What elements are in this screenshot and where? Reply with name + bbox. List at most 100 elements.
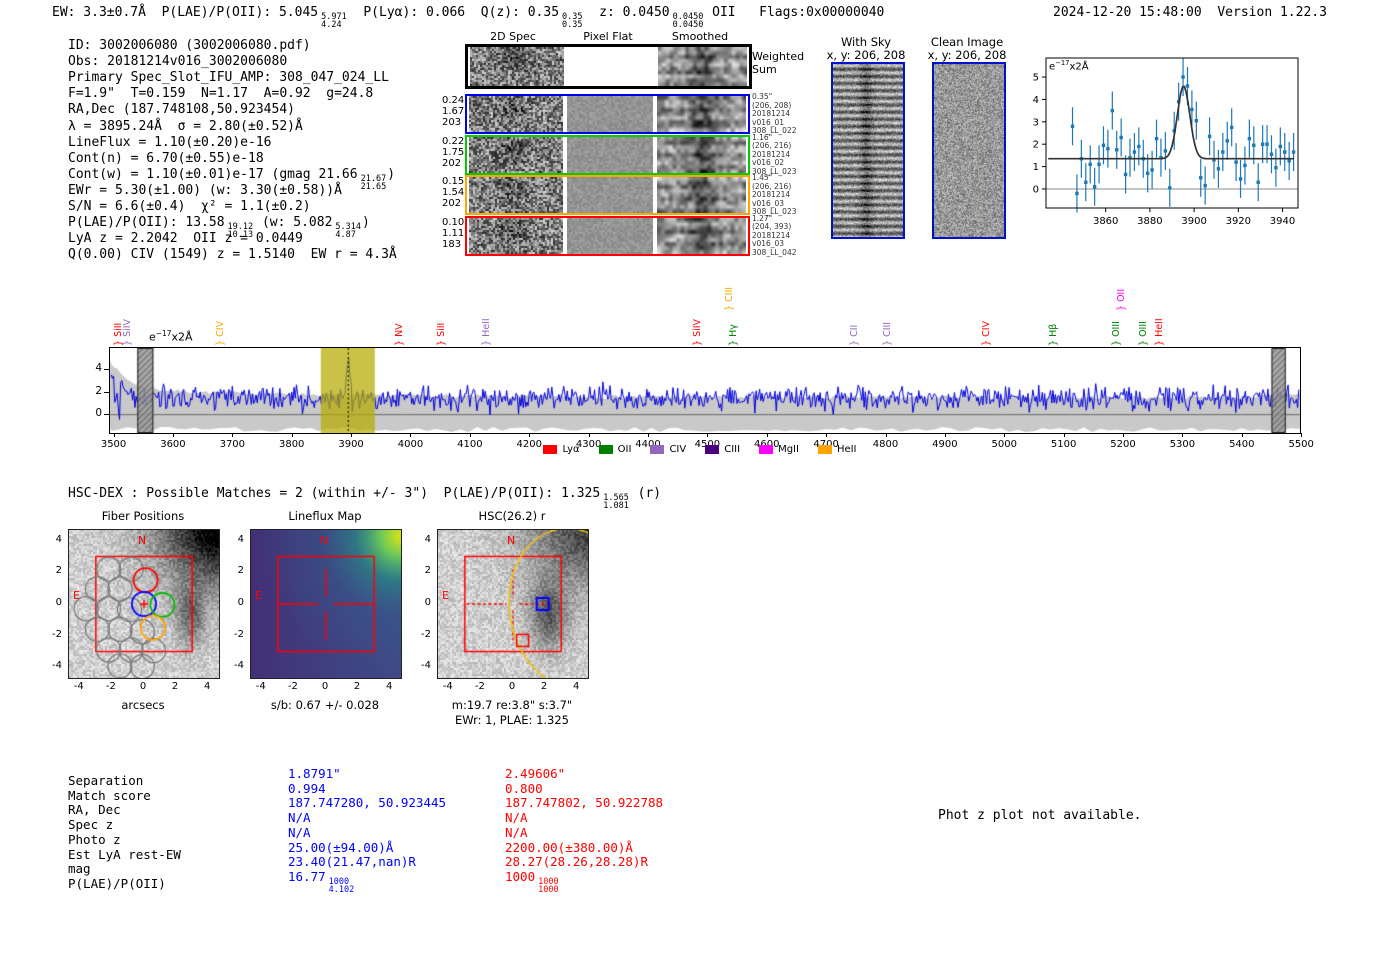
spec2d-left-labels: 0.24 1.67 203: [442, 95, 465, 128]
svg-text:0: 0: [1033, 184, 1039, 195]
spectrum-xtick-label: 5500: [1288, 439, 1314, 450]
smoothed-image: [657, 96, 746, 132]
fit-plot-unit-label: e−17x2Å: [1049, 59, 1089, 73]
spectral-line-label: } HeII: [480, 318, 492, 346]
compass-north-label: N: [320, 534, 329, 547]
compass-east-label: E: [255, 589, 262, 602]
match-table-value-col1: 187.747280, 50.923445: [288, 795, 447, 811]
clean-image: [932, 62, 1006, 239]
spec2d-image: [469, 217, 563, 254]
smoothed-image: [658, 47, 747, 86]
spec2d-right-labels: 0.35" (206, 208) 20181214 v016_01 308_LL_022: [752, 92, 797, 136]
spectrum-xtick-label: 5300: [1169, 439, 1196, 450]
spec2d-right-labels: 1.16" (206, 216) 20181214 v016_02 308_LL_023: [752, 132, 797, 176]
pixel-flat-image: [567, 136, 653, 173]
info-line: S/N = 6.6(±0.4) χ² = 1.1(±0.2): [68, 199, 311, 214]
panel-caption: m:19.7 re:3.8" s:3.7": [451, 698, 573, 712]
panel-xtick-label: -4: [442, 681, 453, 692]
spec2d-left-labels: 0.22 1.75 202: [442, 135, 465, 169]
match-table-value-col1: 25.00(±94.00)Å: [288, 839, 394, 855]
fit-plot-svg: 3860 3880 3900 3920 3940 0 1 2 3 4 5: [1033, 57, 1299, 227]
panel-xtick-label: 4: [386, 681, 393, 692]
info-line: F=1.9" T=0.159 N=1.17 A=0.92 g=24.8: [68, 86, 374, 102]
match-table-row-label: Separation: [68, 773, 144, 788]
panel-xtick-label: 2: [353, 681, 361, 692]
svg-text:3: 3: [1033, 117, 1039, 128]
spectrum-xtick: [1004, 433, 1006, 437]
spectrum-xtick: [113, 433, 115, 437]
spectrum-ytick-label: 4: [95, 362, 102, 375]
hsc-image-canvas: [437, 529, 589, 679]
spectrum-xtick-label: 5000: [991, 439, 1017, 450]
match-table-value-col1: 0.994: [288, 780, 326, 796]
spectrum-xtick: [410, 433, 412, 437]
spectral-line-label: } Hβ: [1047, 323, 1059, 346]
match-table-value-col2: N/A: [505, 810, 528, 826]
smoothed-image: [657, 136, 746, 173]
spectrum-xtick-label: 3600: [160, 439, 186, 450]
photz-notice: Phot z plot not available.: [938, 808, 1142, 823]
legend-swatch: [543, 445, 558, 454]
panel-caption-2: EWr: 1, PLAE: 1.325: [455, 713, 569, 727]
spectrum-xtick: [351, 433, 353, 437]
panel-xtick-label: 0: [321, 681, 329, 692]
spectrum-ytick-label: 0: [95, 407, 102, 420]
legend-item: Lyα: [543, 444, 580, 455]
spectral-line-label: } SiIV: [691, 318, 703, 346]
compass-east-label: E: [442, 589, 449, 602]
info-line: λ = 3895.24Å σ = 2.80(±0.52)Å: [68, 118, 303, 134]
match-table-value-col1: 16.77 1000 4.102: [288, 868, 355, 895]
spectrum-xtick-label: 5200: [1110, 439, 1136, 450]
spectrum-xtick: [291, 433, 293, 437]
spectrum-xtick-label: 5100: [1050, 439, 1077, 450]
spectrum-xtick: [1063, 433, 1065, 437]
spectrum-xtick: [766, 433, 768, 437]
svg-text:1: 1: [1033, 162, 1039, 173]
match-table-value-col2: 2200.00(±380.00)Å: [505, 839, 633, 855]
panel-xtick-label: 0: [508, 681, 516, 692]
match-table-row-label: P(LAE)/P(OII): [68, 875, 166, 891]
svg-text:3900: 3900: [1181, 216, 1206, 227]
panel-ytick-label: 2: [55, 565, 62, 577]
info-line: Obs: 20181214v016_3002006080: [68, 54, 288, 70]
spec2d-image: [469, 136, 563, 173]
spec2d-image: [469, 177, 563, 213]
match-table-value-col2: 187.747802, 50.922788: [505, 795, 664, 811]
info-line: Cont(n) = 6.70(±0.55)e-18: [68, 150, 264, 166]
info-line: LyA z = 2.2042 OII z = 0.0449: [68, 231, 303, 247]
panel-ytick-label: 2: [237, 565, 244, 577]
spectrum-xtick-label: 3900: [338, 439, 364, 450]
panel-ytick-label: 2: [424, 565, 431, 577]
legend-label: MgII: [778, 444, 799, 455]
panel-xtick-label: 2: [171, 681, 179, 692]
spectrum-xtick: [1301, 433, 1303, 437]
smoothed-image: [657, 177, 746, 213]
legend-item: OII: [598, 444, 631, 455]
legend-swatch: [705, 445, 720, 454]
panel-ytick-label: 0: [237, 597, 244, 608]
spec2d-col-header: Smoothed: [671, 30, 729, 43]
spec2d-image: [470, 47, 564, 86]
panel-ytick-label: -2: [234, 628, 244, 640]
weighted-sum-row: [465, 44, 752, 89]
panel-ytick-label: 4: [237, 533, 244, 545]
match-table-value-col1: 23.40(21.47,nan)R: [288, 854, 416, 870]
spectral-line-label: } SiII: [435, 322, 447, 346]
panel-ytick-label: -4: [421, 660, 431, 672]
match-table-value-col2: 28.27(28.26,28.28)R: [505, 854, 648, 870]
spectral-line-label: } CII: [848, 324, 860, 346]
spec2d-exposure-row: [465, 94, 750, 134]
svg-text:5: 5: [1033, 73, 1039, 84]
legend-item: CIII: [705, 444, 740, 455]
match-table-row-label: mag: [68, 861, 91, 877]
spectrum-xtick: [647, 433, 649, 437]
info-line: ID: 3002006080 (3002006080.pdf): [68, 38, 311, 53]
panel-ytick-label: 4: [424, 533, 431, 545]
info-line: Primary Spec_Slot_IFU_AMP: 308_047_024_L…: [68, 70, 389, 86]
panel-ytick-label: -4: [52, 660, 62, 672]
spectrum-xtick-label: 5400: [1229, 439, 1255, 450]
panel-xtick-label: -2: [474, 681, 485, 692]
spectrum-xtick: [885, 433, 887, 437]
spectral-line-label: } CIII: [881, 321, 893, 346]
match-table-value-col1: N/A: [288, 824, 311, 840]
